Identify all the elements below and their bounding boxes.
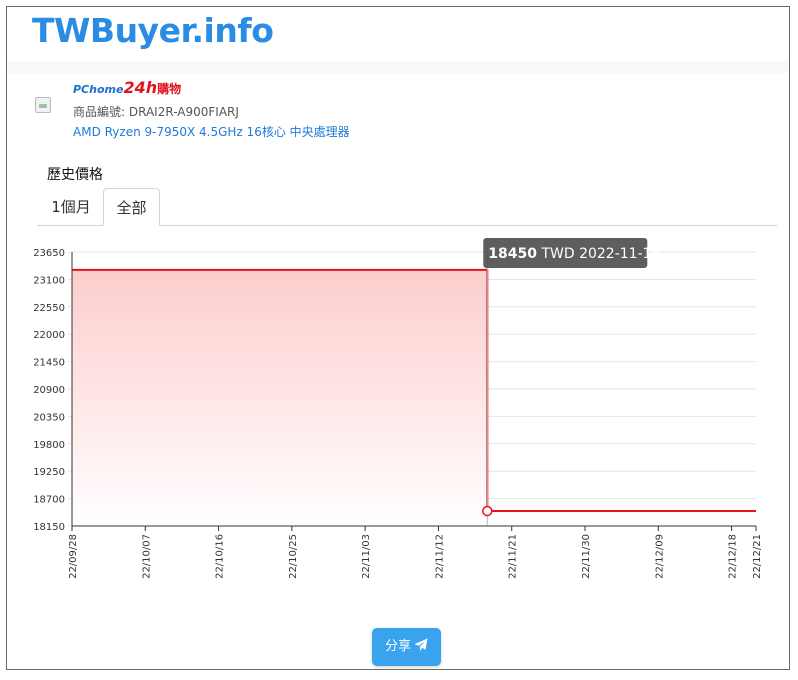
tooltip-price: 18450 — [488, 246, 537, 262]
y-tick-label: 20900 — [33, 385, 65, 396]
x-tick-label: 22/12/21 — [752, 534, 763, 579]
page-frame: TWBuyer.info PChome24h購物 商品編號: DRAI2R-A9… — [6, 6, 790, 670]
price-history-chart[interactable]: 23650 23100 22550 22000 21450 20900 20350 19800… — [7, 235, 790, 580]
share-button[interactable]: 分享 — [372, 628, 441, 666]
y-tick-label: 22000 — [33, 330, 65, 341]
x-tick-label: 22/11/03 — [361, 534, 372, 579]
x-tick-label: 22/12/18 — [728, 534, 739, 579]
tab-1-month[interactable]: 1個月 — [41, 188, 101, 226]
product-code-value: DRAI2R-A900FIARJ — [128, 105, 239, 119]
product-code-label: 商品編號: — [73, 105, 126, 119]
y-tick-label: 18150 — [33, 522, 65, 533]
x-tick-label: 22/10/25 — [288, 534, 299, 579]
store-logo[interactable]: PChome24h購物 — [73, 77, 181, 99]
x-tick-label: 22/10/16 — [215, 534, 226, 579]
tab-all[interactable]: 全部 — [103, 188, 160, 226]
product-code: 商品編號: DRAI2R-A900FIARJ — [73, 103, 239, 120]
x-tick-label: 22/11/12 — [434, 534, 445, 579]
store-logo-part2: 24h — [123, 78, 158, 97]
x-tick-label: 22/11/30 — [581, 534, 592, 579]
broken-image-icon — [35, 97, 51, 113]
store-logo-part1: PChome — [73, 83, 124, 96]
y-tick-label: 19800 — [33, 440, 65, 451]
tooltip-detail: TWD 2022-11-18 — [537, 246, 660, 262]
chart-tooltip: 18450 TWD 2022-11-18 — [483, 238, 660, 268]
store-logo-part3: 購物 — [157, 82, 182, 96]
price-area-fill — [72, 269, 756, 526]
y-tick-label: 22550 — [33, 303, 65, 314]
product-name-link[interactable]: AMD Ryzen 9-7950X 4.5GHz 16核心 中央處理器 — [73, 123, 350, 140]
tooltip-text: 18450 TWD 2022-11-18 — [488, 246, 660, 262]
y-tick-label: 20350 — [33, 412, 65, 423]
x-tick-label: 22/09/28 — [68, 534, 79, 579]
price-history-title: 歷史價格 — [47, 167, 103, 183]
hover-point — [482, 505, 493, 517]
y-tick-label: 21450 — [33, 358, 65, 369]
x-tick-label: 22/10/07 — [141, 534, 152, 579]
site-logo[interactable]: TWBuyer.info — [32, 11, 274, 50]
header-divider — [7, 61, 789, 73]
y-tick-label: 18700 — [33, 495, 65, 506]
y-tick-label: 19250 — [33, 467, 65, 478]
y-tick-label: 23650 — [33, 248, 65, 259]
paper-plane-icon — [414, 638, 428, 652]
x-tick-label: 22/12/09 — [654, 534, 665, 579]
share-button-label: 分享 — [384, 639, 411, 654]
x-tick-label: 22/11/21 — [508, 534, 519, 579]
y-tick-label: 23100 — [33, 275, 65, 286]
